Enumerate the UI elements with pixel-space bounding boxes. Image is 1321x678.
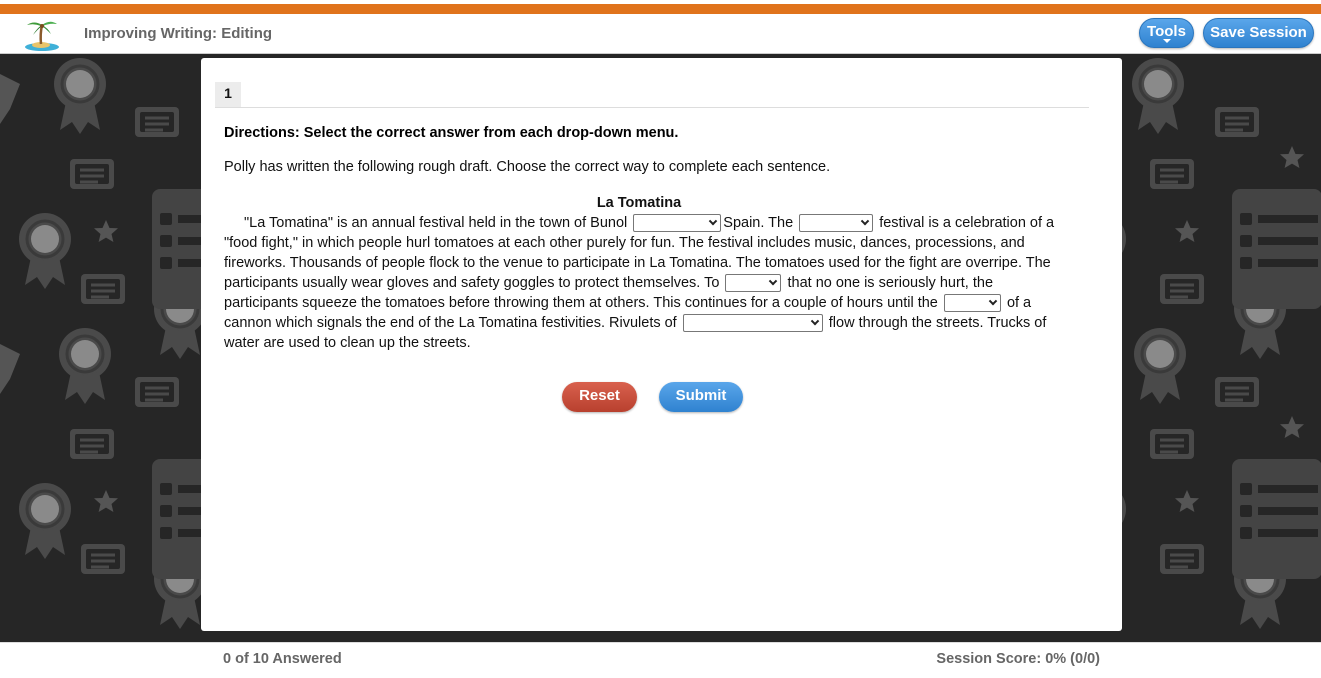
dropdown-3[interactable] xyxy=(725,274,782,293)
award-ribbon-icon xyxy=(1130,56,1186,136)
star-icon xyxy=(1280,416,1304,438)
star-icon xyxy=(1175,220,1199,242)
certificate-icon xyxy=(1148,427,1196,461)
award-ribbon-icon xyxy=(1132,326,1188,406)
session-score: Session Score: 0% (0/0) xyxy=(936,651,1100,667)
question-card: 1 Directions: Select the correct answer … xyxy=(201,58,1122,631)
certificate-icon xyxy=(79,272,127,306)
passage-text: "La Tomatina" is an annual festival held… xyxy=(224,213,1064,353)
award-ribbon-icon xyxy=(17,211,73,291)
certificate-icon xyxy=(1213,105,1261,139)
accent-bar xyxy=(0,4,1321,14)
question-tab-1[interactable]: 1 xyxy=(215,82,241,107)
certificate-icon xyxy=(68,427,116,461)
directions-text: Directions: Select the correct answer fr… xyxy=(224,125,679,141)
certificate-icon xyxy=(79,542,127,576)
app-header: Improving Writing: Editing Tools Save Se… xyxy=(0,14,1321,54)
palm-tree-logo-icon xyxy=(25,21,59,51)
star-icon xyxy=(1175,490,1199,512)
certificate-icon xyxy=(68,157,116,191)
answered-count: 0 of 10 Answered xyxy=(223,651,342,667)
award-ribbon-icon xyxy=(17,481,73,561)
reset-button[interactable]: Reset xyxy=(562,382,637,412)
status-footer: 0 of 10 Answered Session Score: 0% (0/0) xyxy=(0,642,1321,678)
passage-segment: Spain. The xyxy=(723,215,794,231)
star-icon xyxy=(1280,146,1304,168)
tools-button[interactable]: Tools xyxy=(1139,18,1194,48)
certificate-icon xyxy=(133,105,181,139)
page-title: Improving Writing: Editing xyxy=(84,25,273,42)
dropdown-5[interactable] xyxy=(682,314,823,333)
certificate-icon xyxy=(1158,272,1206,306)
passage-title: La Tomatina xyxy=(596,195,682,211)
tools-label: Tools xyxy=(1147,23,1186,40)
certificate-icon xyxy=(1232,189,1321,309)
star-icon xyxy=(94,490,118,512)
dropdown-4[interactable] xyxy=(943,294,1001,313)
submit-button[interactable]: Submit xyxy=(659,382,743,412)
star-icon xyxy=(94,220,118,242)
dropdown-2[interactable] xyxy=(799,214,874,233)
passage-segment: "La Tomatina" is an annual festival held… xyxy=(244,215,628,231)
dropdown-1[interactable] xyxy=(633,214,722,233)
caret-down-icon xyxy=(1163,39,1171,43)
tab-divider xyxy=(215,107,1089,108)
certificate-icon xyxy=(133,375,181,409)
certificate-icon xyxy=(1148,157,1196,191)
award-ribbon-icon xyxy=(57,326,113,406)
intro-text: Polly has written the following rough dr… xyxy=(224,159,831,175)
certificate-icon xyxy=(1213,375,1261,409)
certificate-icon xyxy=(1158,542,1206,576)
save-session-button[interactable]: Save Session xyxy=(1203,18,1314,48)
certificate-icon xyxy=(1232,459,1321,579)
award-ribbon-icon xyxy=(52,56,108,136)
